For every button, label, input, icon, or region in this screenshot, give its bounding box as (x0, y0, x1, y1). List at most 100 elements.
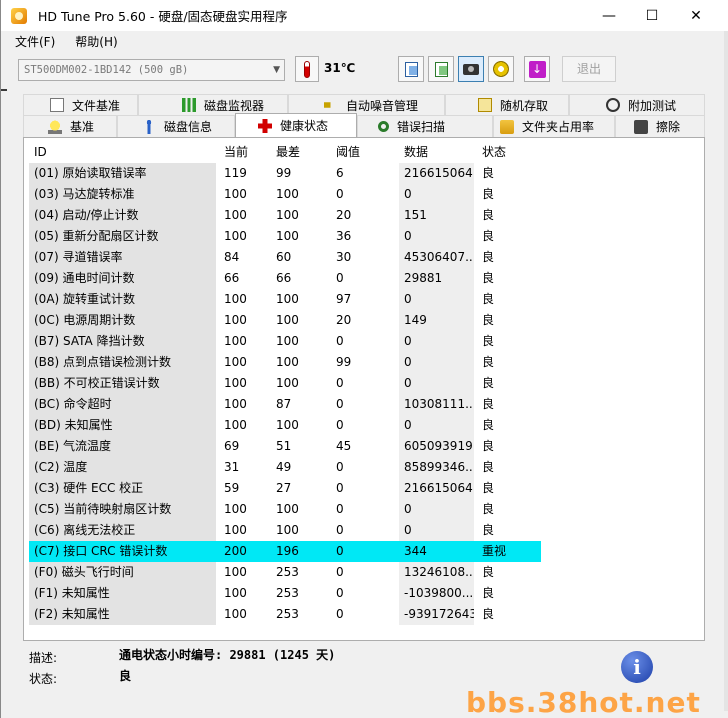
cell-worst: 49 (276, 460, 292, 474)
description-value: 通电状态小时编号: 29881 (1245 天) (119, 648, 336, 662)
table-row[interactable]: (C3) 硬件 ECC 校正 59 27 0 216615064 良 (29, 478, 541, 499)
header-id[interactable]: ID (29, 142, 216, 163)
cell-worst: 100 (276, 418, 299, 432)
drive-select-value: ST500DM002-1BD142 (500 gB) (24, 64, 189, 76)
cell-thr: 0 (336, 523, 344, 537)
copy-text-button[interactable] (398, 56, 424, 82)
table-row[interactable]: (0A) 旋转重试计数 100 100 97 0 良 (29, 289, 541, 310)
table-row[interactable]: (F1) 未知属性 100 253 0 -1039800... 良 (29, 583, 541, 604)
minimize-button[interactable]: — (586, 0, 632, 31)
header-status[interactable]: 状态 (477, 142, 541, 163)
close-button[interactable]: ✕ (673, 0, 719, 31)
tab-random-access[interactable]: 随机存取 (445, 94, 569, 115)
save-button[interactable]: ↓ (524, 56, 550, 82)
cell-id: (B7) SATA 降挡计数 (29, 331, 216, 352)
cell-worst: 100 (276, 502, 299, 516)
cell-stat: 良 (482, 481, 495, 495)
header-data[interactable]: 数据 (399, 142, 474, 163)
cell-id: (C3) 硬件 ECC 校正 (29, 478, 216, 499)
copy-green-icon (434, 61, 448, 77)
table-row[interactable]: (C6) 离线无法校正 100 100 0 0 良 (29, 520, 541, 541)
table-row[interactable]: (B7) SATA 降挡计数 100 100 0 0 良 (29, 331, 541, 352)
table-row[interactable]: (BE) 气流温度 69 51 45 605093919 良 (29, 436, 541, 457)
cell-worst: 100 (276, 355, 299, 369)
cell-worst: 51 (276, 439, 292, 453)
cell-data: 13246108... (399, 562, 474, 583)
dice-icon (478, 98, 492, 112)
table-row[interactable]: (0C) 电源周期计数 100 100 20 149 良 (29, 310, 541, 331)
tab-health[interactable]: 健康状态 (235, 113, 357, 137)
screenshot-button[interactable] (458, 56, 484, 82)
cell-cur: 84 (224, 250, 240, 264)
table-row[interactable]: (BC) 命令超时 100 87 0 10308111... 良 (29, 394, 541, 415)
cell-stat: 良 (482, 586, 495, 600)
title-bar[interactable]: HD Tune Pro 5.60 - 硬盘/固态硬盘实用程序 — ☐ ✕ (1, 0, 728, 31)
stopwatch-icon (606, 98, 620, 112)
table-row[interactable]: (F2) 未知属性 100 253 0 -939172643 良 (29, 604, 541, 625)
table-row[interactable]: (07) 寻道错误率 84 60 30 45306407... 良 (29, 247, 541, 268)
table-row[interactable]: (F0) 磁头飞行时间 100 253 0 13246108... 良 (29, 562, 541, 583)
cell-stat: 良 (482, 292, 495, 306)
table-row[interactable]: (BD) 未知属性 100 100 0 0 良 (29, 415, 541, 436)
cell-id: (B8) 点到点错误检测计数 (29, 352, 216, 373)
cell-data: -1039800... (399, 583, 474, 604)
cell-worst: 253 (276, 565, 299, 579)
table-row[interactable]: (05) 重新分配扇区计数 100 100 36 0 良 (29, 226, 541, 247)
temperature-value: 31℃ (324, 61, 356, 75)
copy-image-button[interactable] (428, 56, 454, 82)
tab-file-benchmark[interactable]: 文件基准 (23, 94, 138, 115)
tab-folder-usage[interactable]: 文件夹占用率 (493, 115, 615, 137)
cell-data: 0 (399, 184, 474, 205)
tab-row-2: 基准 磁盘信息 健康状态 错误扫描 文件夹占用率 擦除 (23, 113, 705, 137)
cell-cur: 100 (224, 229, 247, 243)
menu-file[interactable]: 文件(F) (15, 33, 55, 50)
cell-cur: 100 (224, 565, 247, 579)
cell-worst: 60 (276, 250, 292, 264)
bar-chart-icon (182, 98, 196, 112)
menu-help[interactable]: 帮助(H) (75, 33, 117, 50)
window-edge (724, 31, 728, 711)
tab-disk-monitor[interactable]: 磁盘监视器 (138, 94, 288, 115)
cell-thr: 0 (336, 187, 344, 201)
tab-row-1: 文件基准 磁盘监视器 自动噪音管理 随机存取 附加测试 (23, 94, 705, 115)
options-button[interactable] (488, 56, 514, 82)
cell-data: 216615064 (399, 478, 474, 499)
header-current[interactable]: 当前 (219, 142, 268, 163)
table-row[interactable]: (BB) 不可校正错误计数 100 100 0 0 良 (29, 373, 541, 394)
info-icon[interactable]: i (621, 651, 653, 683)
eraser-icon (634, 119, 648, 134)
header-worst[interactable]: 最差 (271, 142, 328, 163)
table-row[interactable]: (09) 通电时间计数 66 66 0 29881 良 (29, 268, 541, 289)
tab-disk-info[interactable]: 磁盘信息 (117, 115, 235, 137)
table-row[interactable]: (B8) 点到点错误检测计数 100 100 99 0 良 (29, 352, 541, 373)
cell-thr: 0 (336, 607, 344, 621)
cell-worst: 253 (276, 607, 299, 621)
tab-noise-management[interactable]: 自动噪音管理 (288, 94, 445, 115)
cell-stat: 良 (482, 313, 495, 327)
cell-data: 85899346... (399, 457, 474, 478)
toolbar: ST500DM002-1BD142 (500 gB) ▼ 31℃ ↓ 退出 (1, 51, 728, 89)
description-label: 描述: (29, 651, 58, 665)
cell-id: (0C) 电源周期计数 (29, 310, 216, 331)
table-row[interactable]: (C5) 当前待映射扇区计数 100 100 0 0 良 (29, 499, 541, 520)
cell-stat: 良 (482, 229, 495, 243)
table-row[interactable]: (01) 原始读取错误率 119 99 6 216615064 良 (29, 163, 541, 184)
tab-erase[interactable]: 擦除 (615, 115, 705, 137)
table-row[interactable]: (04) 启动/停止计数 100 100 20 151 良 (29, 205, 541, 226)
temperature-button[interactable] (295, 56, 319, 82)
table-row[interactable]: (03) 马达旋转标准 100 100 0 0 良 (29, 184, 541, 205)
cell-worst: 100 (276, 334, 299, 348)
exit-button[interactable]: 退出 (562, 56, 616, 82)
cell-thr: 99 (336, 355, 352, 369)
cell-cur: 100 (224, 355, 247, 369)
tab-benchmark[interactable]: 基准 (23, 115, 117, 137)
drive-select[interactable]: ST500DM002-1BD142 (500 gB) ▼ (18, 59, 285, 81)
table-row[interactable]: (C7) 接口 CRC 错误计数 200 196 0 344 重视 (29, 541, 541, 562)
tab-extra-tests[interactable]: 附加测试 (569, 94, 705, 115)
tab-error-scan[interactable]: 错误扫描 (357, 115, 493, 137)
bulb-icon (48, 119, 62, 134)
header-threshold[interactable]: 阈值 (331, 142, 396, 163)
cell-cur: 100 (224, 208, 247, 222)
maximize-button[interactable]: ☐ (629, 0, 675, 31)
table-row[interactable]: (C2) 温度 31 49 0 85899346... 良 (29, 457, 541, 478)
